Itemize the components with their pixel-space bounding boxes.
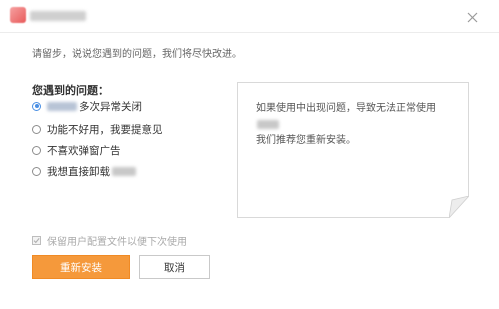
window-title-redacted xyxy=(30,11,86,21)
close-button[interactable] xyxy=(461,6,483,28)
radio-button[interactable] xyxy=(32,145,41,155)
redacted-app-name xyxy=(257,119,279,129)
reason-label: 功能不好用，我要提意见 xyxy=(47,123,163,136)
cancel-button[interactable]: 取消 xyxy=(139,255,210,279)
reason-option-ads[interactable]: 不喜欢弹窗广告 xyxy=(32,142,121,158)
info-line-2: 我们推荐您重新安装。 xyxy=(256,135,356,146)
checkmark-icon xyxy=(33,238,40,244)
keep-config-option[interactable]: 保留用户配置文件以便下次使用 xyxy=(32,233,187,248)
title-bar xyxy=(0,0,499,33)
redacted-app-name xyxy=(112,166,136,176)
reasons-heading: 您遇到的问题： xyxy=(32,84,109,97)
reason-option-feedback[interactable]: 功能不好用，我要提意见 xyxy=(32,121,163,137)
reason-option-crash[interactable]: 多次异常关闭 xyxy=(32,98,142,114)
info-panel: 如果使用中出现问题，导致无法正常使用 我们推荐您重新安装。 xyxy=(237,82,469,218)
info-text-line1: 如果使用中出现问题，导致无法正常使用 xyxy=(256,103,436,114)
reason-label: 不喜欢弹窗广告 xyxy=(47,144,121,157)
page-curl-icon xyxy=(449,196,469,218)
reason-option-uninstall[interactable]: 我想直接卸载 xyxy=(32,163,138,179)
reason-label: 多次异常关闭 xyxy=(79,100,142,113)
info-text: 如果使用中出现问题，导致无法正常使用 我们推荐您重新安装。 xyxy=(256,101,456,149)
redacted-app-name xyxy=(47,101,77,111)
radio-button[interactable] xyxy=(32,166,41,176)
reinstall-button[interactable]: 重新安装 xyxy=(32,255,130,279)
dialog-subtitle: 请留步，说说您遇到的问题，我们将尽快改进。 xyxy=(32,49,242,60)
app-logo xyxy=(10,7,26,23)
radio-button[interactable] xyxy=(32,124,41,134)
close-icon xyxy=(467,12,477,22)
keep-config-checkbox[interactable] xyxy=(32,236,41,245)
radio-button-checked[interactable] xyxy=(32,101,41,111)
reason-label: 我想直接卸载 xyxy=(47,165,110,178)
info-line-1: 如果使用中出现问题，导致无法正常使用 xyxy=(256,101,456,133)
keep-config-label: 保留用户配置文件以便下次使用 xyxy=(47,237,187,248)
